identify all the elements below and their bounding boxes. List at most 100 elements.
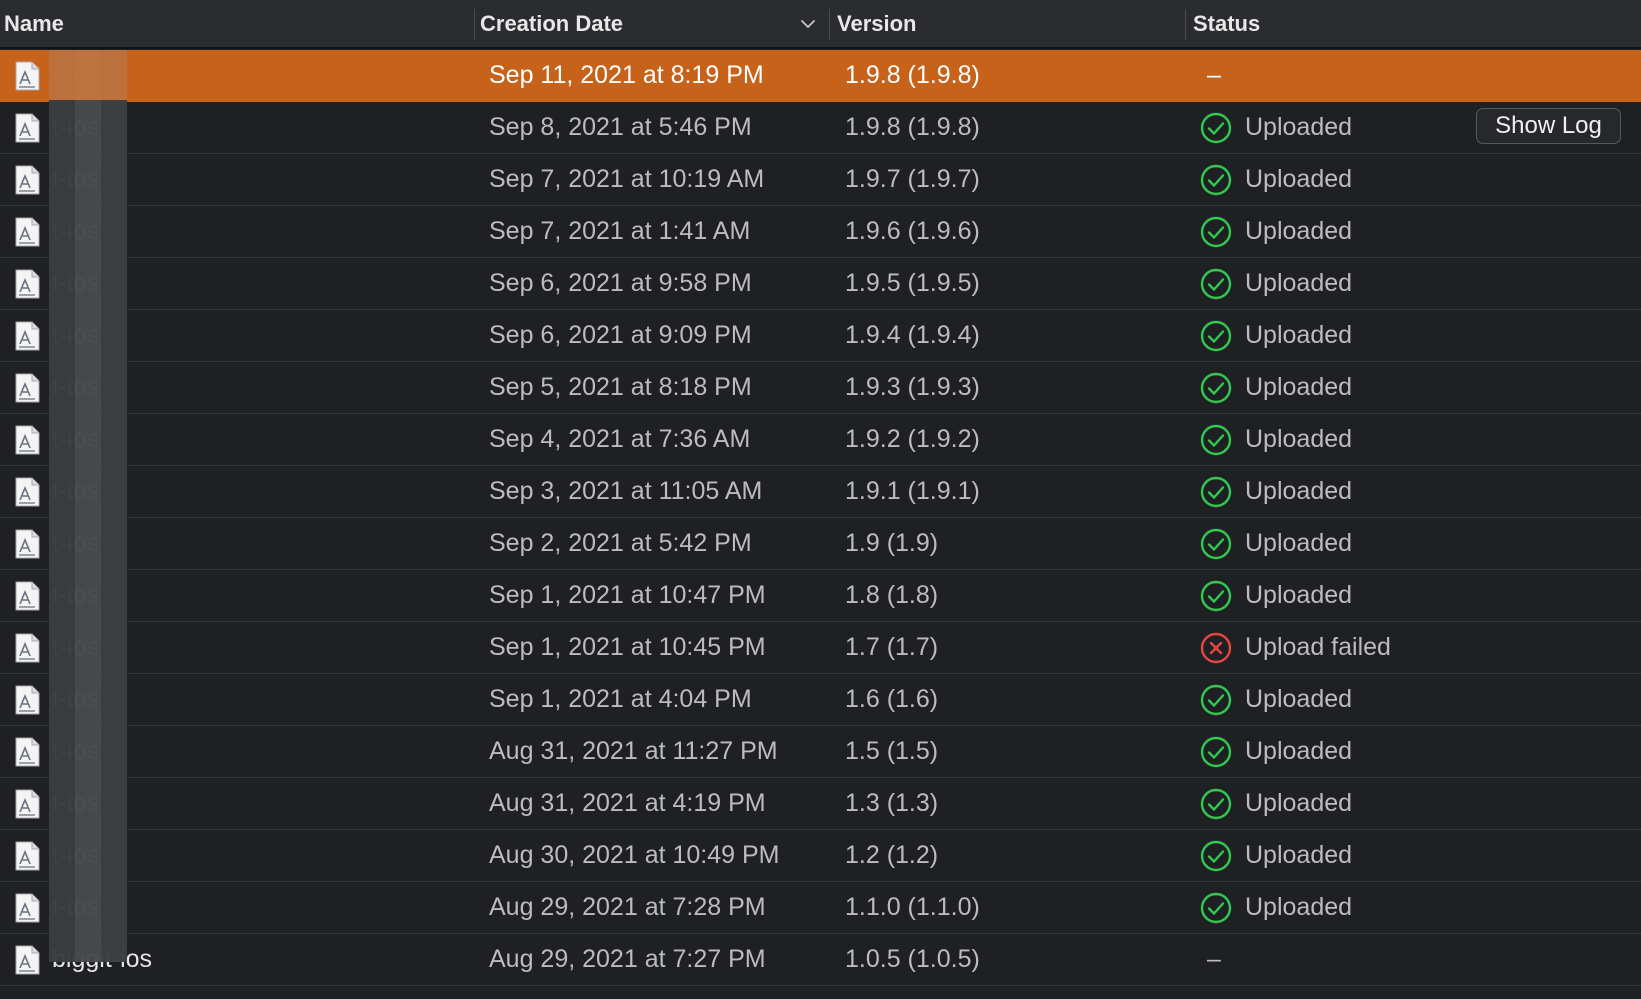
creation-date: Sep 8, 2021 at 5:46 PM xyxy=(489,113,752,141)
app-archive-file-icon xyxy=(15,321,40,351)
archive-list: t-ios Sep 11, 2021 at 8:19 PM 1.9.8 (1.9… xyxy=(0,50,1641,986)
creation-date: Sep 4, 2021 at 7:36 AM xyxy=(489,425,751,453)
status-text: Uploaded xyxy=(1245,789,1353,817)
creation-date: Sep 1, 2021 at 10:45 PM xyxy=(489,633,766,661)
archive-version: 1.1.0 (1.1.0) xyxy=(845,893,980,921)
status-text: Uploaded xyxy=(1245,321,1353,349)
checkmark-circle-icon xyxy=(1200,268,1232,300)
column-header-version[interactable]: Version xyxy=(833,0,1186,48)
creation-date: Aug 31, 2021 at 11:27 PM xyxy=(489,737,778,765)
creation-date: Sep 7, 2021 at 1:41 AM xyxy=(489,217,751,245)
table-row[interactable]: t-ios Sep 8, 2021 at 5:46 PM 1.9.8 (1.9.… xyxy=(0,102,1641,154)
column-header-status[interactable]: Status xyxy=(1189,0,1641,48)
app-archive-file-icon xyxy=(15,113,40,143)
table-row[interactable]: t-ios Sep 3, 2021 at 11:05 AM 1.9.1 (1.9… xyxy=(0,466,1641,518)
status-text: – xyxy=(1207,61,1221,89)
status-text: Uploaded xyxy=(1245,581,1353,609)
archive-version: 1.9.8 (1.9.8) xyxy=(845,61,980,89)
table-row[interactable]: t-ios Sep 7, 2021 at 10:19 AM 1.9.7 (1.9… xyxy=(0,154,1641,206)
creation-date: Sep 1, 2021 at 10:47 PM xyxy=(489,581,766,609)
checkmark-circle-icon xyxy=(1200,892,1232,924)
status-text: Uploaded xyxy=(1245,373,1353,401)
status-text: – xyxy=(1207,945,1221,973)
archive-version: 1.5 (1.5) xyxy=(845,737,939,765)
table-row[interactable]: t-ios Aug 31, 2021 at 4:19 PM 1.3 (1.3) … xyxy=(0,778,1641,830)
status-text: Uploaded xyxy=(1245,165,1353,193)
archive-version: 1.9.3 (1.9.3) xyxy=(845,373,980,401)
creation-date: Sep 1, 2021 at 4:04 PM xyxy=(489,685,752,713)
table-row[interactable]: biggit-ios Aug 29, 2021 at 7:27 PM 1.0.5… xyxy=(0,934,1641,986)
archive-version: 1.9 (1.9) xyxy=(845,529,939,557)
archive-version: 1.9.6 (1.9.6) xyxy=(845,217,980,245)
archive-version: 1.9.7 (1.9.7) xyxy=(845,165,980,193)
status-text: Uploaded xyxy=(1245,529,1353,557)
app-archive-file-icon xyxy=(15,373,40,403)
table-row[interactable]: t-ios Sep 5, 2021 at 8:18 PM 1.9.3 (1.9.… xyxy=(0,362,1641,414)
status-text: Uploaded xyxy=(1245,425,1353,453)
archive-version: 1.2 (1.2) xyxy=(845,841,939,869)
creation-date: Sep 5, 2021 at 8:18 PM xyxy=(489,373,752,401)
status-text: Uploaded xyxy=(1245,893,1353,921)
creation-date: Sep 7, 2021 at 10:19 AM xyxy=(489,165,765,193)
checkmark-circle-icon xyxy=(1200,684,1232,716)
app-archive-file-icon xyxy=(15,529,40,559)
column-divider xyxy=(1185,9,1186,40)
checkmark-circle-icon xyxy=(1200,580,1232,612)
creation-date: Sep 6, 2021 at 9:09 PM xyxy=(489,321,752,349)
creation-date: Sep 6, 2021 at 9:58 PM xyxy=(489,269,752,297)
app-archive-file-icon xyxy=(15,269,40,299)
status-text: Uploaded xyxy=(1245,737,1353,765)
checkmark-circle-icon xyxy=(1200,372,1232,404)
chevron-down-icon[interactable] xyxy=(800,16,816,32)
table-row[interactable]: t-ios Sep 1, 2021 at 10:47 PM 1.8 (1.8) … xyxy=(0,570,1641,622)
checkmark-circle-icon xyxy=(1200,424,1232,456)
archive-version: 1.3 (1.3) xyxy=(845,789,939,817)
checkmark-circle-icon xyxy=(1200,736,1232,768)
table-row[interactable]: t-ios Sep 1, 2021 at 4:04 PM 1.6 (1.6) U… xyxy=(0,674,1641,726)
creation-date: Sep 2, 2021 at 5:42 PM xyxy=(489,529,752,557)
creation-date: Sep 3, 2021 at 11:05 AM xyxy=(489,477,763,505)
app-archive-file-icon xyxy=(15,841,40,871)
table-row[interactable]: t-ios Sep 6, 2021 at 9:58 PM 1.9.5 (1.9.… xyxy=(0,258,1641,310)
archive-version: 1.7 (1.7) xyxy=(845,633,939,661)
app-archive-file-icon xyxy=(15,737,40,767)
creation-date: Aug 29, 2021 at 7:28 PM xyxy=(489,893,766,921)
archive-version: 1.9.1 (1.9.1) xyxy=(845,477,980,505)
app-archive-file-icon xyxy=(15,61,40,91)
app-archive-file-icon xyxy=(15,425,40,455)
table-row[interactable]: t-ios Sep 4, 2021 at 7:36 AM 1.9.2 (1.9.… xyxy=(0,414,1641,466)
archive-version: 1.9.2 (1.9.2) xyxy=(845,425,980,453)
show-log-button[interactable]: Show Log xyxy=(1476,108,1621,144)
column-divider xyxy=(474,9,475,40)
column-header-name[interactable]: Name xyxy=(0,0,475,48)
app-archive-file-icon xyxy=(15,633,40,663)
table-row[interactable]: t-ios Aug 31, 2021 at 11:27 PM 1.5 (1.5)… xyxy=(0,726,1641,778)
column-header-creation-date[interactable]: Creation Date xyxy=(476,0,829,48)
status-text: Uploaded xyxy=(1245,269,1353,297)
table-row[interactable]: t-ios Sep 11, 2021 at 8:19 PM 1.9.8 (1.9… xyxy=(0,50,1641,102)
table-row[interactable]: t-ios Sep 1, 2021 at 10:45 PM 1.7 (1.7) … xyxy=(0,622,1641,674)
checkmark-circle-icon xyxy=(1200,164,1232,196)
table-row[interactable]: t-ios Aug 29, 2021 at 7:28 PM 1.1.0 (1.1… xyxy=(0,882,1641,934)
table-header: Name Creation Date Version Status xyxy=(0,0,1641,49)
app-archive-file-icon xyxy=(15,581,40,611)
app-archive-file-icon xyxy=(15,685,40,715)
table-row[interactable]: t-ios Sep 2, 2021 at 5:42 PM 1.9 (1.9) U… xyxy=(0,518,1641,570)
table-row[interactable]: t-ios Sep 6, 2021 at 9:09 PM 1.9.4 (1.9.… xyxy=(0,310,1641,362)
checkmark-circle-icon xyxy=(1200,320,1232,352)
app-archive-file-icon xyxy=(15,165,40,195)
table-row[interactable]: t-ios Aug 30, 2021 at 10:49 PM 1.2 (1.2)… xyxy=(0,830,1641,882)
checkmark-circle-icon xyxy=(1200,216,1232,248)
app-archive-file-icon xyxy=(15,217,40,247)
status-text: Uploaded xyxy=(1245,477,1353,505)
table-row[interactable]: t-ios Sep 7, 2021 at 1:41 AM 1.9.6 (1.9.… xyxy=(0,206,1641,258)
archive-version: 1.0.5 (1.0.5) xyxy=(845,945,980,973)
archive-version: 1.6 (1.6) xyxy=(845,685,939,713)
checkmark-circle-icon xyxy=(1200,528,1232,560)
creation-date: Aug 30, 2021 at 10:49 PM xyxy=(489,841,780,869)
status-text: Upload failed xyxy=(1245,633,1391,661)
app-archive-file-icon xyxy=(15,945,40,975)
checkmark-circle-icon xyxy=(1200,788,1232,820)
status-text: Uploaded xyxy=(1245,841,1353,869)
creation-date: Aug 31, 2021 at 4:19 PM xyxy=(489,789,766,817)
